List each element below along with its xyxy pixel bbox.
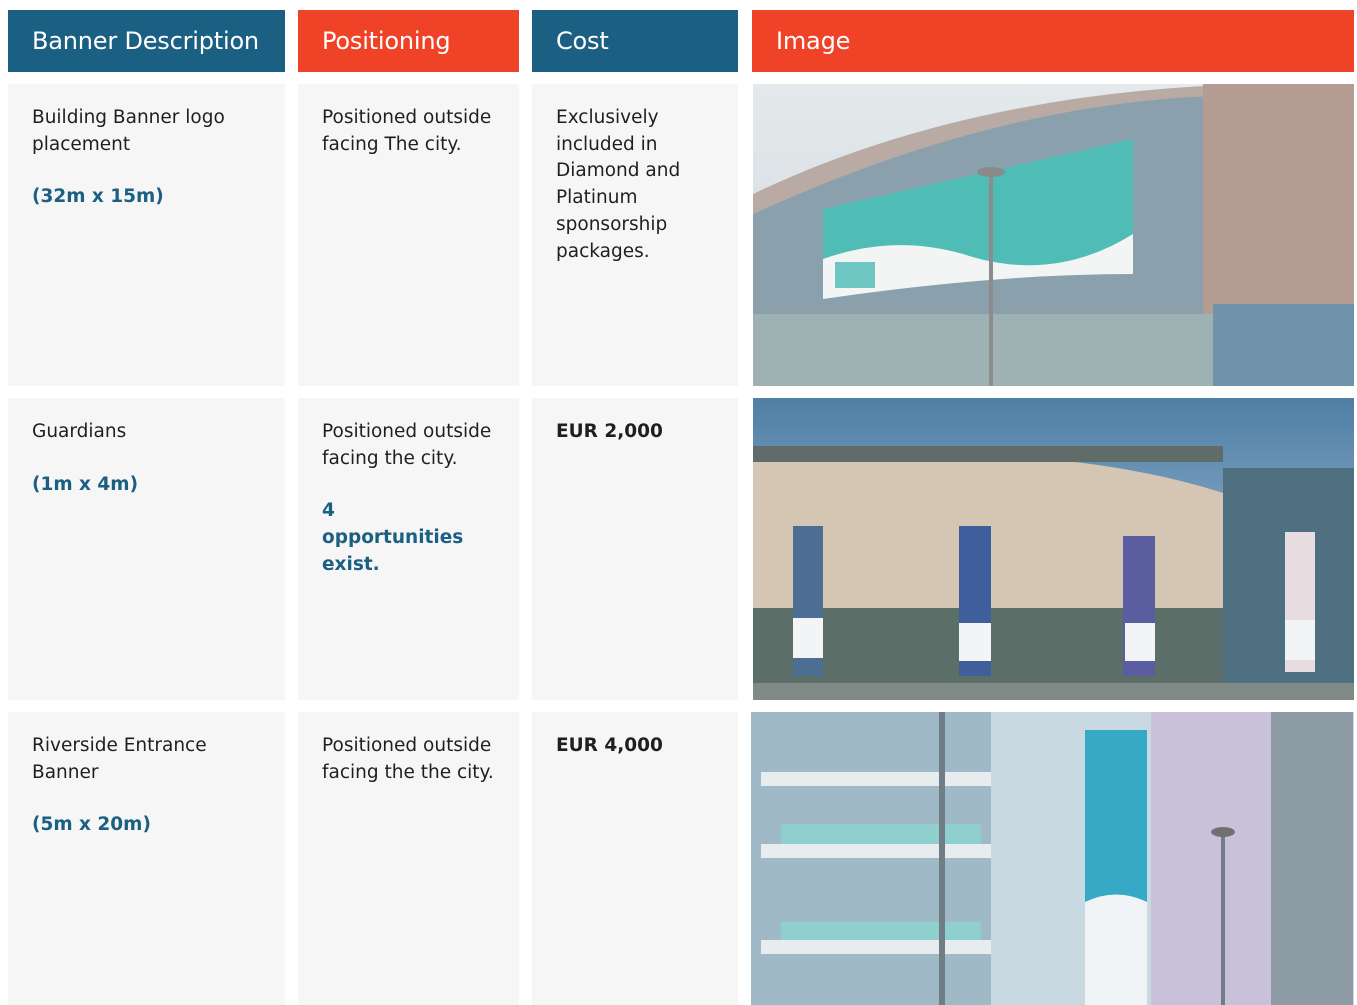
row1-image-building-banner bbox=[753, 84, 1354, 386]
row1-description: Building Banner logo placement bbox=[32, 107, 225, 155]
row3-cost: EUR 4,000 bbox=[556, 735, 663, 756]
guardians-photo bbox=[753, 398, 1354, 700]
row2-cost: EUR 2,000 bbox=[556, 421, 663, 442]
row2-image-guardians bbox=[753, 398, 1354, 700]
row2-cost-cell: EUR 2,000 bbox=[532, 398, 738, 700]
header-cost: Cost bbox=[532, 10, 738, 72]
header-label: Cost bbox=[556, 27, 609, 55]
row3-image-riverside-entrance bbox=[751, 712, 1354, 1005]
row3-cost-cell: EUR 4,000 bbox=[532, 712, 738, 1005]
row3-description-cell: Riverside Entrance Banner (5m x 20m) bbox=[8, 712, 285, 1005]
header-positioning: Positioning bbox=[298, 10, 519, 72]
row1-cost-cell: Exclusively included in Diamond and Plat… bbox=[532, 84, 738, 386]
building-banner-photo bbox=[753, 84, 1354, 386]
riverside-entrance-photo bbox=[751, 712, 1353, 1005]
row3-description: Riverside Entrance Banner bbox=[32, 735, 207, 783]
row2-positioning: Positioned outside facing the city. bbox=[322, 421, 492, 469]
row2-description-cell: Guardians (1m x 4m) bbox=[8, 398, 285, 700]
row3-size: (5m x 20m) bbox=[32, 814, 151, 836]
row2-description: Guardians bbox=[32, 421, 127, 442]
row3-positioning-cell: Positioned outside facing the the city. bbox=[298, 712, 519, 1005]
row1-description-cell: Building Banner logo placement (32m x 15… bbox=[8, 84, 285, 386]
row1-positioning-cell: Positioned outside facing The city. bbox=[298, 84, 519, 386]
row2-positioning-cell: Positioned outside facing the city. 4 op… bbox=[298, 398, 519, 700]
header-label: Image bbox=[776, 27, 851, 55]
header-label: Positioning bbox=[322, 27, 451, 55]
row1-cost: Exclusively included in Diamond and Plat… bbox=[556, 107, 681, 262]
header-banner-description: Banner Description bbox=[8, 10, 285, 72]
row2-size: (1m x 4m) bbox=[32, 473, 139, 495]
row1-size: (32m x 15m) bbox=[32, 186, 164, 208]
row2-opportunities-note: 4 opportunities exist. bbox=[322, 500, 464, 575]
row3-positioning: Positioned outside facing the the city. bbox=[322, 735, 494, 783]
header-label: Banner Description bbox=[32, 27, 259, 55]
row1-positioning: Positioned outside facing The city. bbox=[322, 107, 492, 155]
header-image: Image bbox=[752, 10, 1354, 72]
